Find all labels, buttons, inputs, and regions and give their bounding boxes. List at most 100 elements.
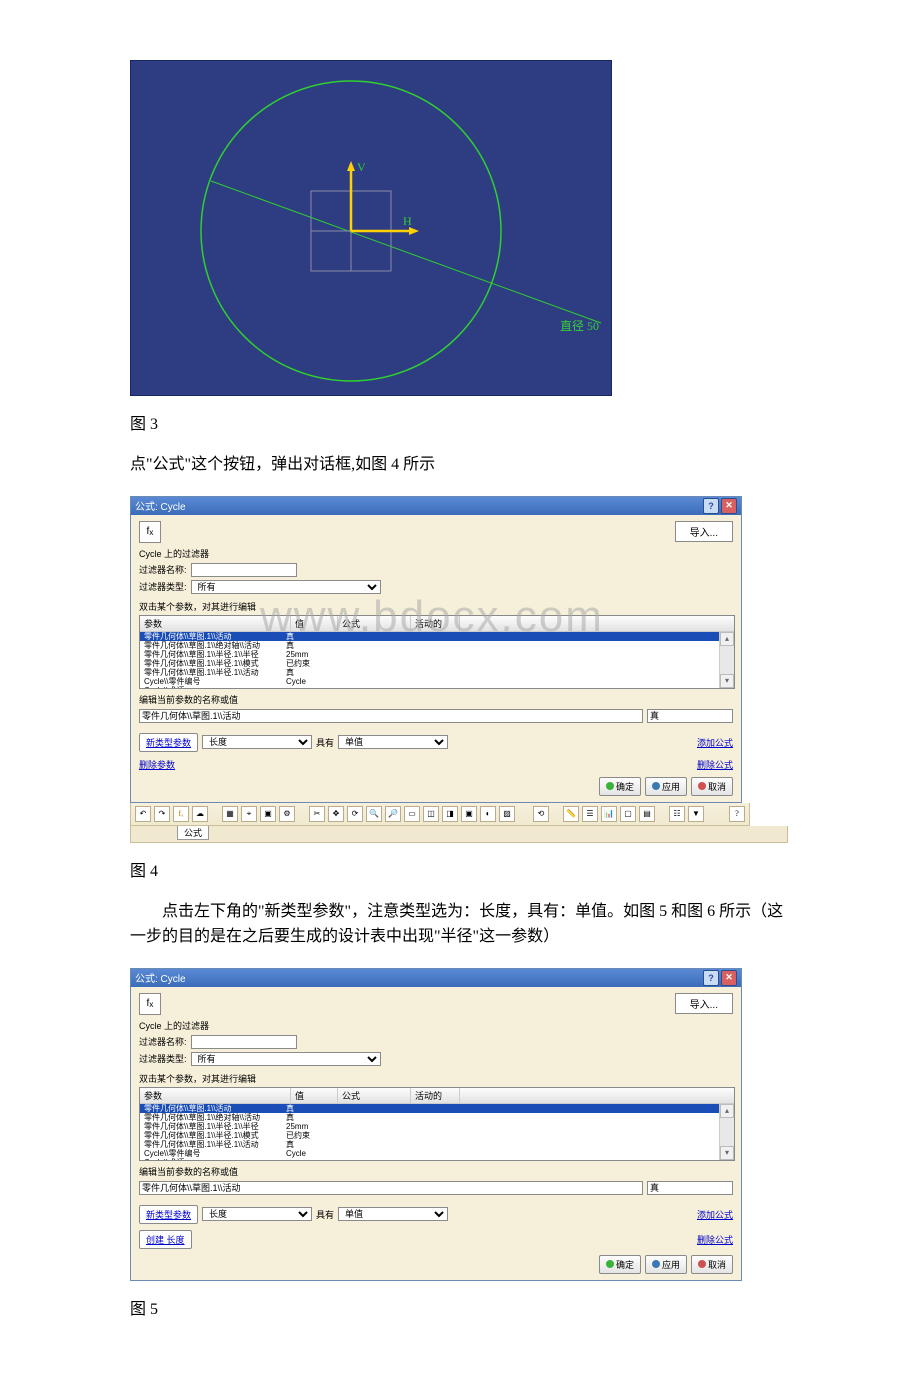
th-param[interactable]: 参数 — [140, 616, 291, 631]
analyze-icon[interactable]: ▤ — [639, 806, 655, 822]
table-row[interactable]: Cycle\\术语 — [140, 1158, 734, 1160]
table-row[interactable]: 零件几何体\\草图.1\\半径.1\\模式已约束 — [140, 659, 734, 668]
apply-button[interactable]: 应用 — [645, 1255, 687, 1274]
current-param-value-input[interactable] — [647, 1181, 733, 1195]
ok-button[interactable]: 确定 — [599, 777, 641, 796]
th-param[interactable]: 参数 — [140, 1088, 291, 1103]
new-type-param-button[interactable]: 新类型参数 — [139, 733, 198, 752]
scroll-up-icon[interactable]: ▴ — [720, 632, 734, 646]
table-row[interactable]: Cycle\\零件编号Cycle — [140, 1149, 734, 1158]
scroll-down-icon[interactable]: ▾ — [720, 1146, 734, 1160]
dialog-titlebar[interactable]: 公式: Cycle ? ✕ — [131, 497, 741, 515]
th-active[interactable]: 活动的 — [411, 616, 460, 631]
delete-formula-link[interactable]: 删除公式 — [697, 758, 733, 771]
param-kind-select[interactable]: 单值 — [338, 1207, 448, 1221]
filter-name-input[interactable] — [191, 563, 297, 577]
fit-icon[interactable]: ▭ — [404, 806, 420, 822]
import-button[interactable]: 导入... — [675, 521, 733, 542]
table-scrollbar[interactable]: ▴ ▾ — [719, 1104, 734, 1160]
fx-tool-icon[interactable]: fₓ — [173, 806, 189, 822]
list-icon[interactable]: ☰ — [582, 806, 598, 822]
view2-icon[interactable]: ◨ — [442, 806, 458, 822]
current-param-name-input[interactable] — [139, 1181, 643, 1195]
dialog-titlebar[interactable]: 公式: Cycle ? ✕ — [131, 969, 741, 987]
formula-tab[interactable]: 公式 — [177, 826, 209, 840]
filter-section-label: Cycle 上的过滤器 — [139, 547, 733, 560]
param-type-select[interactable]: 长度 — [202, 735, 312, 749]
app-toolbar[interactable]: ↶ ↷ fₓ ☁ ▦ ⌖ ▣ ⚙ ✂ ✥ ⟳ 🔍 🔎 ▭ ◫ ◨ ▣ ◐ ▨ ⟲… — [130, 803, 750, 826]
new-type-param-button[interactable]: 新类型参数 — [139, 1205, 198, 1224]
render-icon[interactable]: ▨ — [499, 806, 515, 822]
fx-icon[interactable]: fx — [139, 993, 161, 1015]
delete-formula-link[interactable]: 删除公式 — [697, 1233, 733, 1246]
add-formula-link[interactable]: 添加公式 — [697, 736, 733, 749]
table-row[interactable]: 零件几何体\\草图.1\\半径.1\\活动真 — [140, 1140, 734, 1149]
import-button[interactable]: 导入... — [675, 993, 733, 1014]
th-formula[interactable]: 公式 — [338, 616, 411, 631]
table-row[interactable]: 零件几何体\\草图.1\\绝对轴\\活动真 — [140, 641, 734, 650]
settings-icon[interactable]: ☷ — [669, 806, 685, 822]
scroll-up-icon[interactable]: ▴ — [720, 1104, 734, 1118]
table-row[interactable]: Cycle\\零件编号Cycle — [140, 677, 734, 686]
th-value[interactable]: 值 — [291, 1088, 338, 1103]
th-formula[interactable]: 公式 — [338, 1088, 411, 1103]
box-icon[interactable]: ▢ — [620, 806, 636, 822]
redo-icon[interactable]: ↷ — [154, 806, 170, 822]
cancel-button[interactable]: 取消 — [691, 777, 733, 796]
dialog-title: 公式: Cycle — [135, 970, 186, 985]
cloud-icon[interactable]: ☁ — [192, 806, 208, 822]
help-icon[interactable]: ? — [729, 806, 745, 822]
table-header: 参数 值 公式 活动的 — [140, 1088, 734, 1104]
table-row[interactable]: 零件几何体\\草图.1\\活动真 — [140, 632, 734, 641]
repeat-icon[interactable]: ⟲ — [533, 806, 549, 822]
th-value[interactable]: 值 — [291, 616, 338, 631]
layer-icon[interactable]: ▣ — [260, 806, 276, 822]
close-button[interactable]: ✕ — [721, 498, 737, 514]
current-param-name-input[interactable] — [139, 709, 643, 723]
apply-button[interactable]: 应用 — [645, 777, 687, 796]
scroll-down-icon[interactable]: ▾ — [720, 674, 734, 688]
table-row[interactable]: 零件几何体\\草图.1\\半径.1\\模式已约束 — [140, 1131, 734, 1140]
cut-icon[interactable]: ✂ — [309, 806, 325, 822]
grid-icon[interactable]: ▦ — [222, 806, 238, 822]
cancel-button[interactable]: 取消 — [691, 1255, 733, 1274]
ok-button[interactable]: 确定 — [599, 1255, 641, 1274]
rotate-icon[interactable]: ⟳ — [347, 806, 363, 822]
zoom-out-icon[interactable]: 🔎 — [385, 806, 401, 822]
zoom-in-icon[interactable]: 🔍 — [366, 806, 382, 822]
help-button[interactable]: ? — [703, 970, 719, 986]
fx-icon[interactable]: fx — [139, 521, 161, 543]
help-button[interactable]: ? — [703, 498, 719, 514]
table-row[interactable]: 零件几何体\\草图.1\\活动真 — [140, 1104, 734, 1113]
current-param-value-input[interactable] — [647, 709, 733, 723]
table-row[interactable]: 零件几何体\\草图.1\\半径.1\\半径25mm — [140, 1122, 734, 1131]
paragraph-after-fig4: 点击左下角的"新类型参数"，注意类型选为：长度，具有：单值。如图 5 和图 6 … — [130, 899, 790, 950]
table-scrollbar[interactable]: ▴ ▾ — [719, 632, 734, 688]
filter-icon[interactable]: ▼ — [688, 806, 704, 822]
param-type-select[interactable]: 长度 — [202, 1207, 312, 1221]
th-active[interactable]: 活动的 — [411, 1088, 460, 1103]
table-row[interactable]: 零件几何体\\草图.1\\半径.1\\半径25mm — [140, 650, 734, 659]
param-kind-select[interactable]: 单值 — [338, 735, 448, 749]
view3-icon[interactable]: ▣ — [461, 806, 477, 822]
view1-icon[interactable]: ◫ — [423, 806, 439, 822]
filter-type-select[interactable]: 所有 — [191, 1052, 381, 1066]
tool-icon[interactable]: ⚙ — [279, 806, 295, 822]
table-row[interactable]: 零件几何体\\草图.1\\半径.1\\活动真 — [140, 668, 734, 677]
measure-icon[interactable]: 📏 — [563, 806, 579, 822]
table-row[interactable]: Cycle\\术语 — [140, 686, 734, 688]
snap-icon[interactable]: ⌖ — [241, 806, 257, 822]
move-icon[interactable]: ✥ — [328, 806, 344, 822]
add-formula-link[interactable]: 添加公式 — [697, 1208, 733, 1221]
parameter-table: 参数 值 公式 活动的 零件几何体\\草图.1\\活动真 零件几何体\\草图.1… — [139, 615, 735, 689]
shade-icon[interactable]: ◐ — [480, 806, 496, 822]
delete-param-link[interactable]: 删除参数 — [139, 758, 175, 771]
chart-icon[interactable]: 📊 — [601, 806, 617, 822]
filter-type-select[interactable]: 所有 — [191, 580, 381, 594]
table-row[interactable]: 零件几何体\\草图.1\\绝对轴\\活动真 — [140, 1113, 734, 1122]
close-button[interactable]: ✕ — [721, 970, 737, 986]
undo-icon[interactable]: ↶ — [135, 806, 151, 822]
create-length-button[interactable]: 创建 长度 — [139, 1230, 192, 1249]
figure-4-dialog: 公式: Cycle ? ✕ fx 导入... Cycle 上的过滤器 过滤器名称… — [130, 496, 790, 843]
filter-name-input[interactable] — [191, 1035, 297, 1049]
